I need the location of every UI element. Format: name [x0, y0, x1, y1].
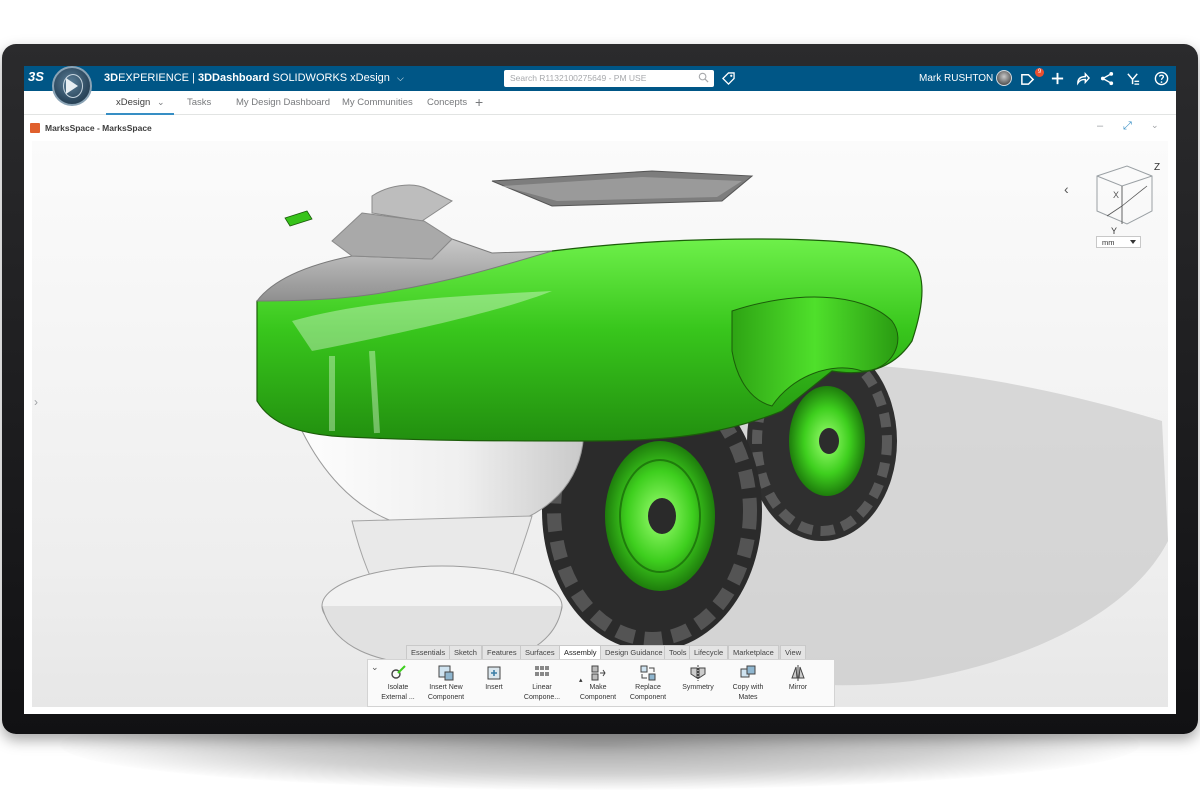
- copy-with-mates-icon: [740, 665, 756, 678]
- tab-lifecycle[interactable]: Lifecycle: [689, 645, 729, 659]
- 3d-viewport[interactable]: › ‹ Z X Y mm: [32, 141, 1168, 707]
- chevron-down-icon: ⌵: [396, 73, 404, 83]
- chevron-down-icon: [1130, 240, 1136, 244]
- ds-logo: 3S: [28, 69, 44, 84]
- tab-design-guidance[interactable]: Design Guidance: [600, 645, 668, 659]
- collapse-icon[interactable]: ⤢: [1123, 120, 1132, 133]
- axis-x-label: X: [1113, 190, 1119, 200]
- help-icon[interactable]: [1154, 71, 1169, 86]
- avatar[interactable]: [996, 70, 1012, 86]
- tab-concepts[interactable]: Concepts: [427, 97, 467, 108]
- make-component-icon: [591, 665, 606, 681]
- widget-title: MarksSpace - MarksSpace: [45, 123, 152, 133]
- tab-view[interactable]: View: [780, 645, 807, 659]
- tab-sketch[interactable]: Sketch: [449, 645, 482, 659]
- brand-3d: 3D: [104, 72, 119, 84]
- tab-tasks[interactable]: Tasks: [187, 97, 211, 108]
- chevron-left-icon[interactable]: ‹: [1064, 181, 1069, 197]
- widget-header: MarksSpace - MarksSpace – ⤢ ⌄: [24, 116, 1176, 140]
- share-icon[interactable]: [1075, 71, 1090, 86]
- cmd-label: Component: [427, 694, 465, 701]
- top-bar: 3S 3DEXPERIENCE | 3DDashboard SOLIDWORKS…: [24, 66, 1176, 106]
- dashboard-label: 3DDashboard: [197, 72, 270, 84]
- app-title[interactable]: 3DEXPERIENCE | 3DDashboard SOLIDWORKS xD…: [104, 72, 404, 84]
- widget-app-icon: [30, 123, 40, 133]
- insert-icon: [487, 666, 501, 680]
- cmd-label: Component: [629, 694, 667, 701]
- tab-marketplace[interactable]: Marketplace: [728, 645, 779, 659]
- chevron-down-icon[interactable]: ⌄: [1151, 120, 1159, 131]
- play-icon: [66, 78, 78, 94]
- compass-button[interactable]: [52, 66, 92, 106]
- cmd-label: Mates: [738, 694, 758, 701]
- tab-tools[interactable]: Tools: [664, 645, 692, 659]
- linear-pattern-icon: [535, 666, 549, 676]
- chevron-down-icon[interactable]: ⌄: [157, 97, 165, 108]
- app-window: 3S 3DEXPERIENCE | 3DDashboard SOLIDWORKS…: [24, 66, 1176, 714]
- tab-bar: xDesign ⌄ Tasks My Design Dashboard My C…: [24, 91, 1176, 115]
- tab-features[interactable]: Features: [482, 645, 522, 659]
- tab-essentials[interactable]: Essentials: [406, 645, 451, 659]
- active-tab-indicator: [106, 113, 174, 115]
- mirror-button[interactable]: Mirror: [768, 664, 828, 692]
- view-cube[interactable]: Z X Y: [1082, 156, 1162, 246]
- apps-icon[interactable]: [1126, 71, 1141, 86]
- cmd-label: Linear: [532, 684, 552, 691]
- isolate-icon: [391, 665, 406, 679]
- insert-new-component-icon: [438, 665, 454, 681]
- tab-my-communities[interactable]: My Communities: [342, 97, 413, 108]
- tab-xdesign[interactable]: xDesign: [116, 97, 150, 108]
- units-dropdown[interactable]: mm: [1096, 236, 1141, 248]
- search-input[interactable]: Search R1132100275649 - PM USE: [510, 73, 646, 83]
- share-network-icon[interactable]: [1100, 71, 1115, 86]
- action-bar-panel: ⌄ Isolate External ... Insert New Compon…: [367, 659, 835, 707]
- tab-surfaces[interactable]: Surfaces: [520, 645, 560, 659]
- tab-assembly[interactable]: Assembly: [559, 645, 602, 659]
- add-tab-icon[interactable]: +: [475, 94, 483, 110]
- app-name: SOLIDWORKS xDesign: [272, 72, 390, 84]
- symmetry-icon: [690, 665, 706, 681]
- tag-icon[interactable]: [722, 72, 735, 85]
- search-box[interactable]: Search R1132100275649 - PM USE: [504, 70, 714, 87]
- search-icon[interactable]: [698, 72, 709, 83]
- units-value: mm: [1102, 238, 1115, 247]
- notification-badge: 9: [1035, 68, 1044, 77]
- cmd-label: Compone...: [523, 694, 561, 701]
- linear-component-pattern-button[interactable]: Linear Compone...: [512, 664, 572, 702]
- add-icon[interactable]: [1050, 71, 1065, 86]
- brand-experience: EXPERIENCE |: [118, 72, 198, 84]
- mirror-icon: [791, 665, 805, 681]
- robot-model[interactable]: [32, 141, 1168, 707]
- notifications-icon[interactable]: [1020, 71, 1035, 86]
- tab-my-design-dashboard[interactable]: My Design Dashboard: [236, 97, 330, 108]
- action-bar-tabs: Essentials Sketch Features Surfaces Asse…: [406, 645, 807, 659]
- axis-y-label: Y: [1111, 226, 1117, 236]
- chevron-right-icon[interactable]: ›: [34, 395, 38, 409]
- minimize-icon[interactable]: –: [1097, 120, 1103, 132]
- replace-component-icon: [640, 665, 656, 681]
- cmd-label: Mirror: [788, 684, 808, 691]
- axis-z-label: Z: [1154, 162, 1160, 173]
- user-name[interactable]: Mark RUSHTON: [919, 73, 993, 84]
